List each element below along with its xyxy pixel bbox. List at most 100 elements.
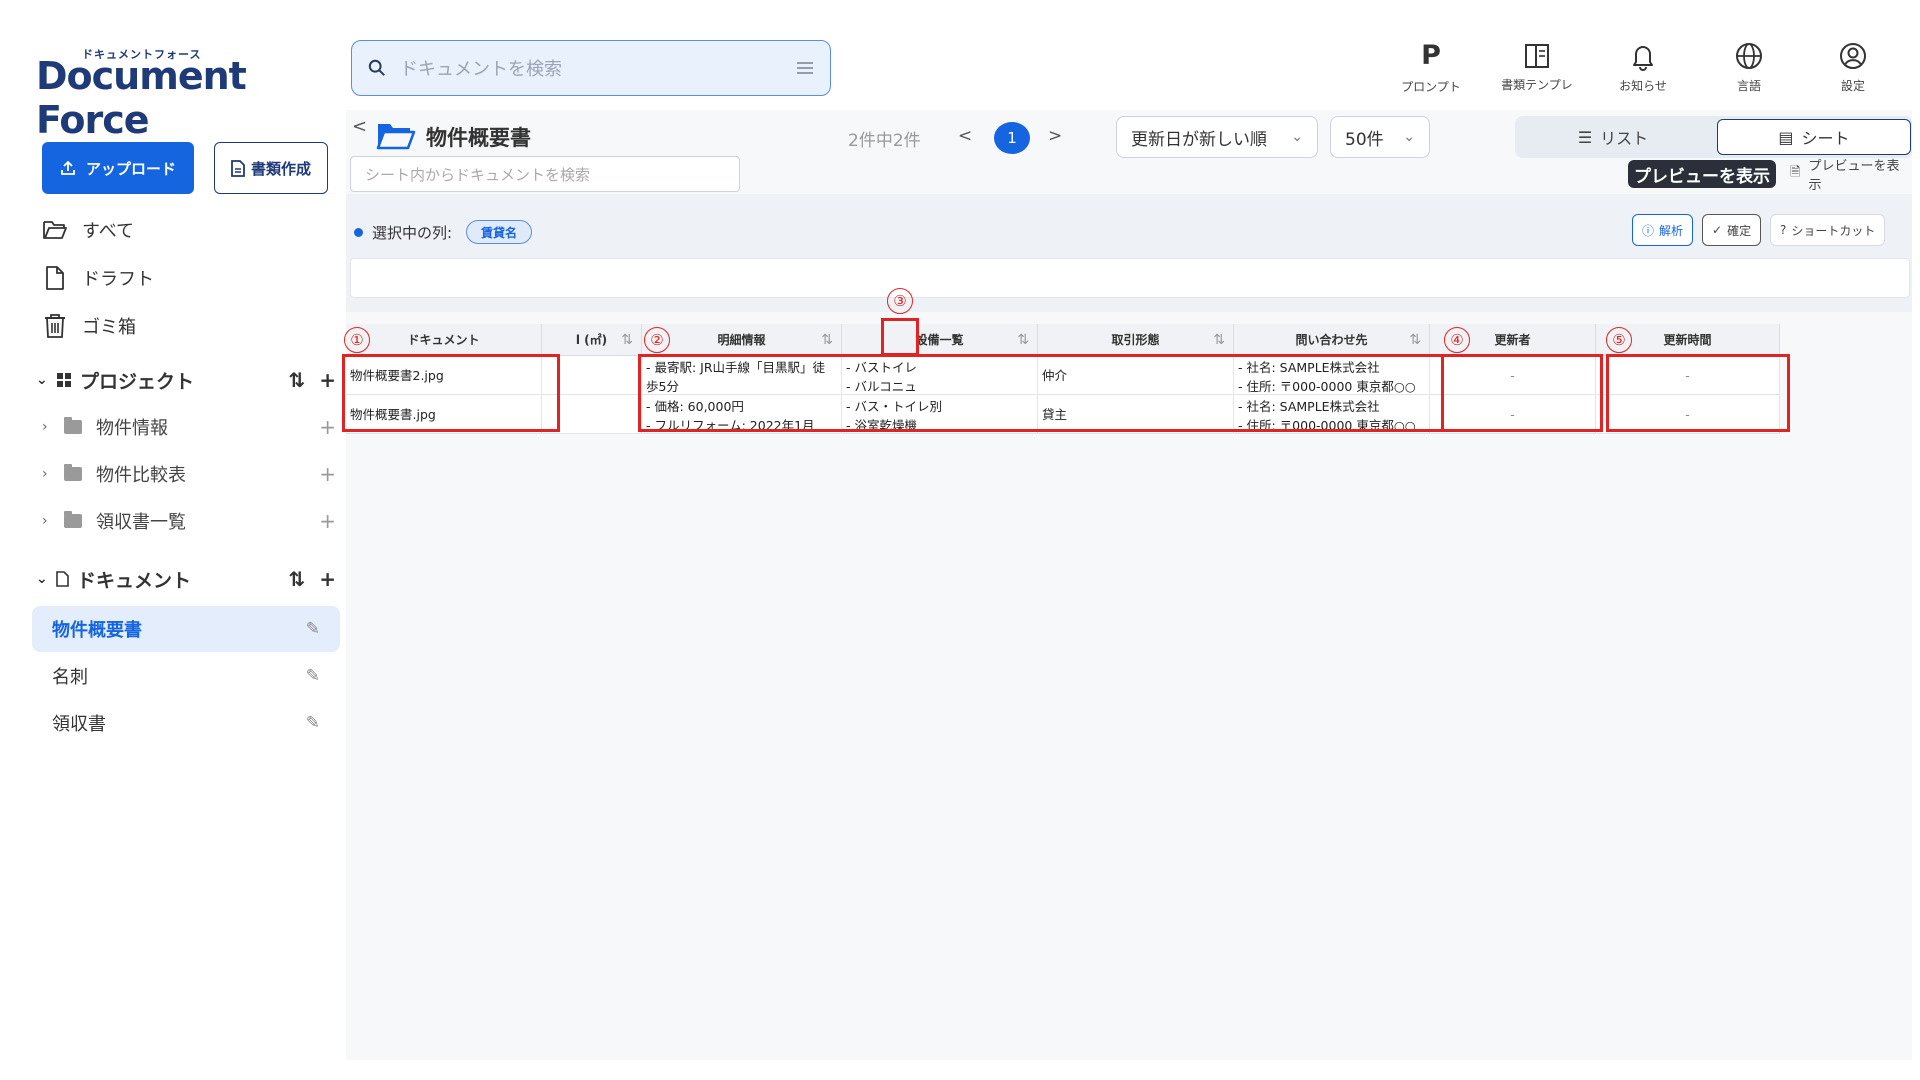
template-icon [1525, 44, 1549, 68]
table-cell-equipment[interactable]: - バス・トイレ別 - 浴室乾燥機 [842, 395, 1038, 434]
column-header-trade[interactable]: 取引形態 ⇅ [1038, 324, 1234, 356]
chevron-right-icon: › [42, 419, 48, 435]
sidebar-doc-1-label: 物件概要書 [52, 620, 142, 641]
upload-button[interactable]: アップロード [42, 142, 194, 194]
per-page-select[interactable]: 50件 ⌄ [1330, 116, 1430, 158]
pencil-icon[interactable]: ✎ [306, 713, 320, 733]
annotation-number-5: ⑤ [1606, 327, 1632, 353]
sidebar-project-1[interactable]: › 物件情報 + [42, 409, 336, 445]
annotation-number-1: ① [344, 327, 370, 353]
upload-icon [61, 160, 75, 175]
user-circle-icon [1840, 43, 1866, 69]
topnav-language[interactable]: 言語 [1704, 40, 1794, 104]
shortcut-label: ショートカット [1791, 223, 1876, 238]
table-cell-doc[interactable]: 物件概要書.jpg [346, 395, 542, 434]
sidebar-project-1-label: 物件情報 [96, 418, 168, 439]
sheet-search-input[interactable]: シート内からドキュメントを検索 [350, 156, 740, 192]
sidebar-item-all[interactable]: すべて [42, 212, 134, 248]
pager-count: 2件中2件 [848, 131, 921, 151]
chevron-down-icon: ⌄ [36, 372, 48, 388]
sort-arrows-icon[interactable]: ⇅ [821, 332, 833, 348]
pager-current-page[interactable]: 1 [994, 122, 1030, 154]
topnav-prompt[interactable]: P プロンプト [1386, 40, 1476, 104]
column-header-equipment[interactable]: 設備一覧 ⇅ [842, 324, 1038, 356]
folder-open-icon [43, 221, 67, 239]
column-header-label: 問い合わせ先 [1295, 333, 1368, 347]
add-icon[interactable]: + [319, 462, 336, 486]
selected-column-chip[interactable]: 賃貸名 [466, 220, 533, 244]
pager-next-button[interactable]: > [1048, 126, 1062, 146]
folder-open-icon [376, 124, 416, 150]
table-cell-area[interactable] [542, 395, 642, 434]
column-header-label: 更新者 [1494, 333, 1531, 347]
column-header-document[interactable]: ドキュメント [346, 324, 542, 356]
sidebar-doc-1[interactable]: 物件概要書 ✎ [32, 606, 340, 652]
sidebar-item-trash[interactable]: ゴミ箱 [42, 308, 136, 344]
table-cell-trade[interactable]: 仲介 [1038, 356, 1234, 395]
sort-arrows-icon[interactable]: ⇅ [621, 332, 633, 348]
column-header-detail[interactable]: 明細情報 ⇅ [642, 324, 842, 356]
sheet-icon: ▤ [1778, 127, 1794, 147]
view-sheet-button[interactable]: ▤ シート [1717, 119, 1911, 155]
table-cell-area[interactable] [542, 356, 642, 395]
view-list-button[interactable]: ☰ リスト [1515, 116, 1711, 158]
sidebar-project-3[interactable]: › 領収書一覧 + [42, 503, 336, 539]
sidebar-item-draft[interactable]: ドラフト [42, 260, 154, 296]
column-header-area[interactable]: l (㎡) ⇅ [542, 324, 642, 356]
column-header-contact[interactable]: 問い合わせ先 ⇅ [1234, 324, 1430, 356]
add-project-icon[interactable]: + [319, 368, 336, 392]
table-cell-updated[interactable]: - [1596, 395, 1780, 434]
topnav-template[interactable]: 書類テンプレ [1492, 40, 1582, 104]
analyze-button[interactable]: ⓘ 解析 [1632, 214, 1694, 246]
column-header-label: 設備一覧 [915, 333, 964, 347]
sort-icon[interactable]: ⇅ [288, 368, 305, 392]
collapse-sidebar-icon[interactable]: < [352, 116, 367, 137]
main-panel: < 物件概要書 2件中2件 < 1 > 更新日が新しい順 ⌄ 50件 ⌄ ☰ リ… [342, 110, 1912, 1060]
add-icon[interactable]: + [319, 509, 336, 533]
sidebar-project-2[interactable]: › 物件比較表 + [42, 456, 336, 492]
sort-arrows-icon[interactable]: ⇅ [1213, 332, 1225, 348]
folder-icon [64, 417, 82, 434]
pencil-icon[interactable]: ✎ [306, 619, 320, 639]
document-section-header[interactable]: ⌄ ドキュメント ⇅ + [36, 561, 336, 597]
add-icon[interactable]: + [319, 415, 336, 439]
global-search-input[interactable]: ドキュメントを検索 [351, 40, 831, 96]
menu-icon[interactable] [796, 61, 814, 75]
sort-order-select[interactable]: 更新日が新しい順 ⌄ [1116, 116, 1318, 158]
table-cell-updater[interactable]: - [1430, 395, 1596, 434]
table-cell-contact[interactable]: - 社名: SAMPLE株式会社 - 住所: 〒000-0000 東京都○○ [1234, 395, 1430, 434]
preview-tooltip: プレビューを表示 [1628, 160, 1776, 188]
sidebar-doc-2[interactable]: 名刺 ✎ [32, 653, 340, 699]
sort-arrows-icon[interactable]: ⇅ [1409, 332, 1421, 348]
confirm-button[interactable]: ✓ 確定 [1702, 214, 1762, 246]
cell-line: - バルコニュ [846, 379, 917, 394]
table-cell-updater[interactable]: - [1430, 356, 1596, 395]
table-cell-detail[interactable]: - 最寄駅: JR山手線「目黒駅」徒 歩5分 [642, 356, 842, 395]
table-cell-updated[interactable]: - [1596, 356, 1780, 395]
table-cell-trade[interactable]: 貸主 [1038, 395, 1234, 434]
sidebar-item-draft-label: ドラフト [82, 269, 154, 290]
table-cell-equipment[interactable]: - バストイレ - バルコニュ [842, 356, 1038, 395]
project-section-header[interactable]: ⌄ プロジェクト ⇅ + [36, 362, 336, 398]
table-cell-contact[interactable]: - 社名: SAMPLE株式会社 - 住所: 〒000-0000 東京都○○ [1234, 356, 1430, 395]
logo[interactable]: ドキュメントフォース Document Force [36, 46, 336, 142]
add-document-icon[interactable]: + [319, 567, 336, 591]
table-cell-detail[interactable]: - 価格: 60,000円 - フルリフォーム: 2022年1月 [642, 395, 842, 434]
shortcut-button[interactable]: ? ショートカット [1770, 214, 1886, 246]
topnav-prompt-label: プロンプト [1401, 80, 1461, 94]
create-label: 書類作成 [250, 159, 311, 178]
pencil-icon[interactable]: ✎ [306, 666, 320, 686]
sort-arrows-icon[interactable]: ⇅ [1017, 332, 1029, 348]
pager-prev-button[interactable]: < [958, 126, 972, 146]
cell-edit-input[interactable] [350, 258, 1910, 298]
sort-icon[interactable]: ⇅ [288, 567, 305, 591]
topnav-settings[interactable]: 設定 [1808, 40, 1898, 104]
bell-icon [1633, 46, 1653, 71]
create-document-button[interactable]: 書類作成 [214, 142, 328, 194]
annotation-number-2: ② [644, 327, 670, 353]
sidebar-doc-3[interactable]: 領収書 ✎ [32, 700, 340, 746]
cell-line: - 価格: 60,000円 [646, 399, 744, 414]
table-cell-doc[interactable]: 物件概要書2.jpg [346, 356, 542, 395]
preview-button[interactable]: 🗎 プレビューを表示 [1790, 159, 1912, 193]
topnav-notice[interactable]: お知らせ [1598, 40, 1688, 104]
